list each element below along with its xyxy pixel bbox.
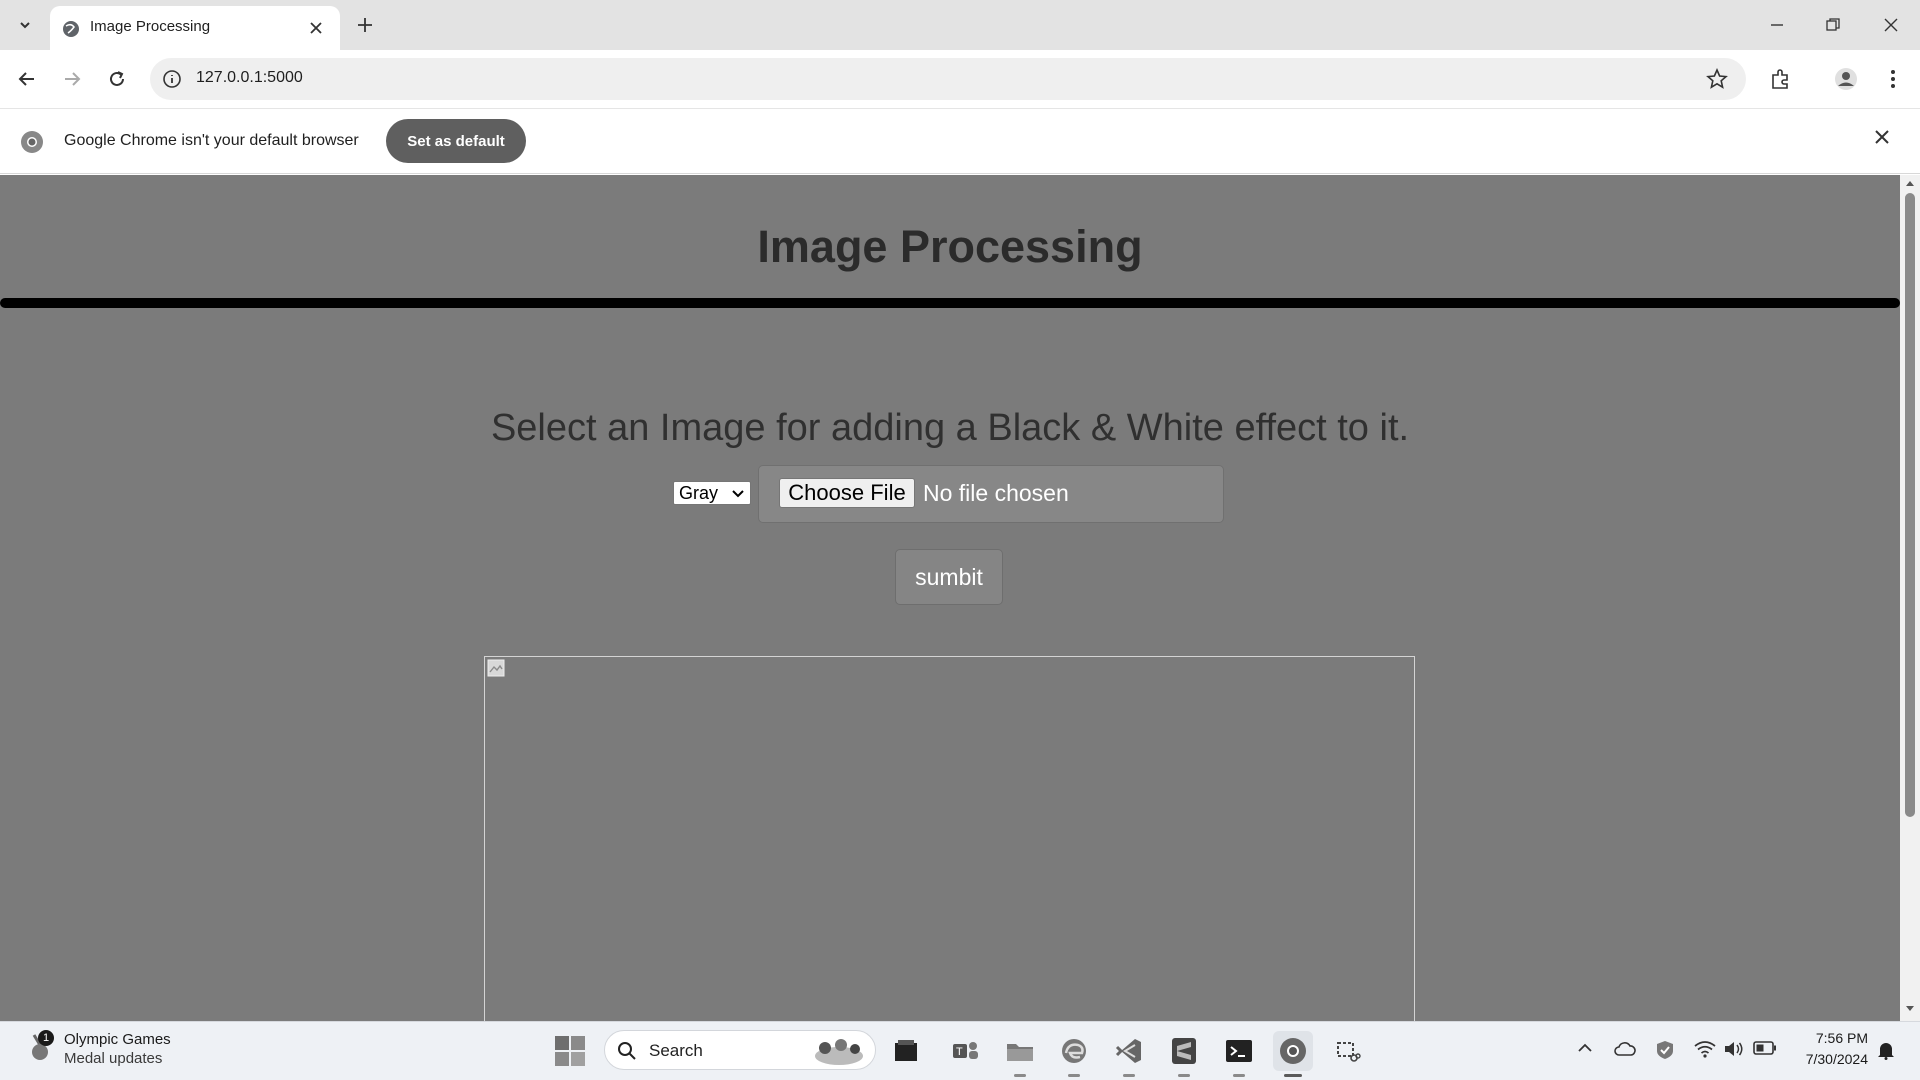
reload-icon bbox=[110, 71, 124, 86]
set-as-default-button[interactable]: Set as default bbox=[386, 119, 526, 163]
close-icon bbox=[310, 22, 322, 34]
scroll-down-arrow-icon[interactable] bbox=[1905, 1005, 1915, 1013]
teams-icon: T bbox=[953, 1042, 978, 1059]
snipping-tool-icon bbox=[1337, 1042, 1361, 1062]
file-manager-icon bbox=[895, 1040, 917, 1061]
search-icon bbox=[618, 1042, 636, 1060]
file-status-text: No file chosen bbox=[923, 480, 1069, 506]
forward-button[interactable] bbox=[57, 64, 87, 94]
file-explorer-taskbar-button[interactable] bbox=[1000, 1031, 1040, 1077]
arrow-left-icon bbox=[18, 72, 34, 86]
terminal-icon bbox=[1226, 1040, 1252, 1062]
profile-button[interactable] bbox=[1831, 64, 1861, 94]
extensions-button[interactable] bbox=[1766, 64, 1796, 94]
file-manager-taskbar-button[interactable] bbox=[886, 1031, 926, 1071]
result-image bbox=[484, 656, 1415, 1021]
effect-select-value: Gray bbox=[679, 483, 719, 503]
minimize-button[interactable] bbox=[1762, 10, 1792, 40]
restore-button[interactable] bbox=[1818, 10, 1848, 40]
globe-icon bbox=[63, 21, 79, 37]
menu-button[interactable] bbox=[1878, 64, 1908, 94]
taskbar-search[interactable]: Search bbox=[604, 1030, 876, 1070]
url-text: 127.0.0.1:5000 bbox=[196, 69, 303, 86]
teams-taskbar-button[interactable]: T bbox=[945, 1031, 985, 1071]
more-vertical-icon bbox=[1891, 70, 1895, 88]
cloud-sync-icon[interactable] bbox=[1614, 1040, 1636, 1058]
address-bar[interactable]: 127.0.0.1:5000 bbox=[150, 58, 1746, 100]
page-title: Image Processing bbox=[757, 221, 1143, 272]
tab-search-button[interactable] bbox=[12, 12, 38, 38]
reload-button[interactable] bbox=[102, 64, 132, 94]
broken-image-icon bbox=[487, 659, 505, 677]
page-scrollbar[interactable] bbox=[1900, 175, 1920, 1021]
browser-tab[interactable]: Image Processing bbox=[50, 6, 340, 50]
close-icon bbox=[1884, 18, 1898, 32]
close-icon[interactable] bbox=[1874, 129, 1890, 145]
back-button[interactable] bbox=[12, 64, 42, 94]
sublime-icon bbox=[1172, 1038, 1196, 1064]
folder-icon bbox=[1007, 1044, 1033, 1061]
svg-text:T: T bbox=[956, 1046, 963, 1058]
terminal-taskbar-button[interactable] bbox=[1219, 1031, 1259, 1077]
clock-time[interactable]: 7:56 PM bbox=[1808, 1030, 1868, 1046]
page-viewport: Image Processing Select an Image for add… bbox=[0, 175, 1900, 1021]
profile-icon bbox=[1835, 68, 1857, 90]
search-placeholder: Search bbox=[649, 1041, 703, 1060]
volume-icon[interactable] bbox=[1723, 1040, 1743, 1058]
edge-taskbar-button[interactable] bbox=[1054, 1031, 1094, 1077]
submit-button[interactable]: sumbit bbox=[895, 549, 1003, 605]
new-tab-button[interactable] bbox=[352, 12, 378, 38]
edge-icon bbox=[1062, 1039, 1086, 1063]
restore-icon bbox=[1826, 18, 1840, 31]
scroll-up-arrow-icon[interactable] bbox=[1905, 179, 1915, 187]
sublime-taskbar-button[interactable] bbox=[1164, 1031, 1204, 1077]
infobar-message: Google Chrome isn't your default browser bbox=[64, 132, 359, 149]
widget-subtitle[interactable]: Medal updates bbox=[64, 1050, 162, 1067]
plus-icon bbox=[358, 18, 372, 32]
minimize-icon bbox=[1771, 24, 1783, 26]
info-icon[interactable] bbox=[162, 69, 182, 89]
choose-file-button[interactable]: Choose File bbox=[779, 478, 915, 508]
widget-title[interactable]: Olympic Games bbox=[64, 1031, 171, 1048]
title-divider bbox=[0, 298, 1900, 308]
notification-bell-icon[interactable] bbox=[1876, 1040, 1896, 1060]
search-highlight-icon bbox=[815, 1039, 863, 1065]
default-browser-infobar: Google Chrome isn't your default browser… bbox=[0, 108, 1920, 174]
taskbar: 1 Olympic Games Medal updates Search T 7… bbox=[0, 1021, 1920, 1080]
browser-toolbar: 127.0.0.1:5000 bbox=[0, 50, 1920, 108]
chrome-icon bbox=[1280, 1038, 1306, 1064]
vscode-icon bbox=[1115, 1039, 1141, 1063]
clock-date[interactable]: 7/30/2024 bbox=[1794, 1051, 1868, 1067]
windows-start-icon[interactable] bbox=[554, 1035, 586, 1067]
widget-badge: 1 bbox=[38, 1030, 54, 1046]
vscode-taskbar-button[interactable] bbox=[1109, 1031, 1149, 1077]
chevron-down-icon bbox=[732, 490, 744, 498]
instruction-text: Select an Image for adding a Black & Whi… bbox=[490, 407, 1410, 449]
security-shield-icon[interactable] bbox=[1655, 1040, 1675, 1060]
tab-strip: Image Processing bbox=[0, 0, 1920, 50]
chrome-taskbar-button[interactable] bbox=[1273, 1031, 1313, 1077]
battery-icon[interactable] bbox=[1753, 1040, 1777, 1056]
wifi-icon[interactable] bbox=[1694, 1040, 1716, 1058]
file-upload-container: Choose File No file chosen bbox=[758, 465, 1224, 523]
bookmark-star-icon[interactable] bbox=[1706, 68, 1728, 90]
chevron-up-icon[interactable] bbox=[1577, 1040, 1593, 1056]
snipping-tool-taskbar-button[interactable] bbox=[1328, 1031, 1368, 1071]
chrome-logo-icon bbox=[21, 131, 43, 153]
chevron-down-icon bbox=[20, 22, 30, 29]
close-window-button[interactable] bbox=[1876, 10, 1906, 40]
tab-close-button[interactable] bbox=[306, 18, 326, 38]
tab-title: Image Processing bbox=[90, 18, 211, 35]
puzzle-icon bbox=[1772, 69, 1788, 89]
effect-select[interactable]: Gray bbox=[673, 481, 751, 505]
arrow-right-icon bbox=[65, 72, 81, 86]
scrollbar-thumb[interactable] bbox=[1905, 193, 1915, 817]
